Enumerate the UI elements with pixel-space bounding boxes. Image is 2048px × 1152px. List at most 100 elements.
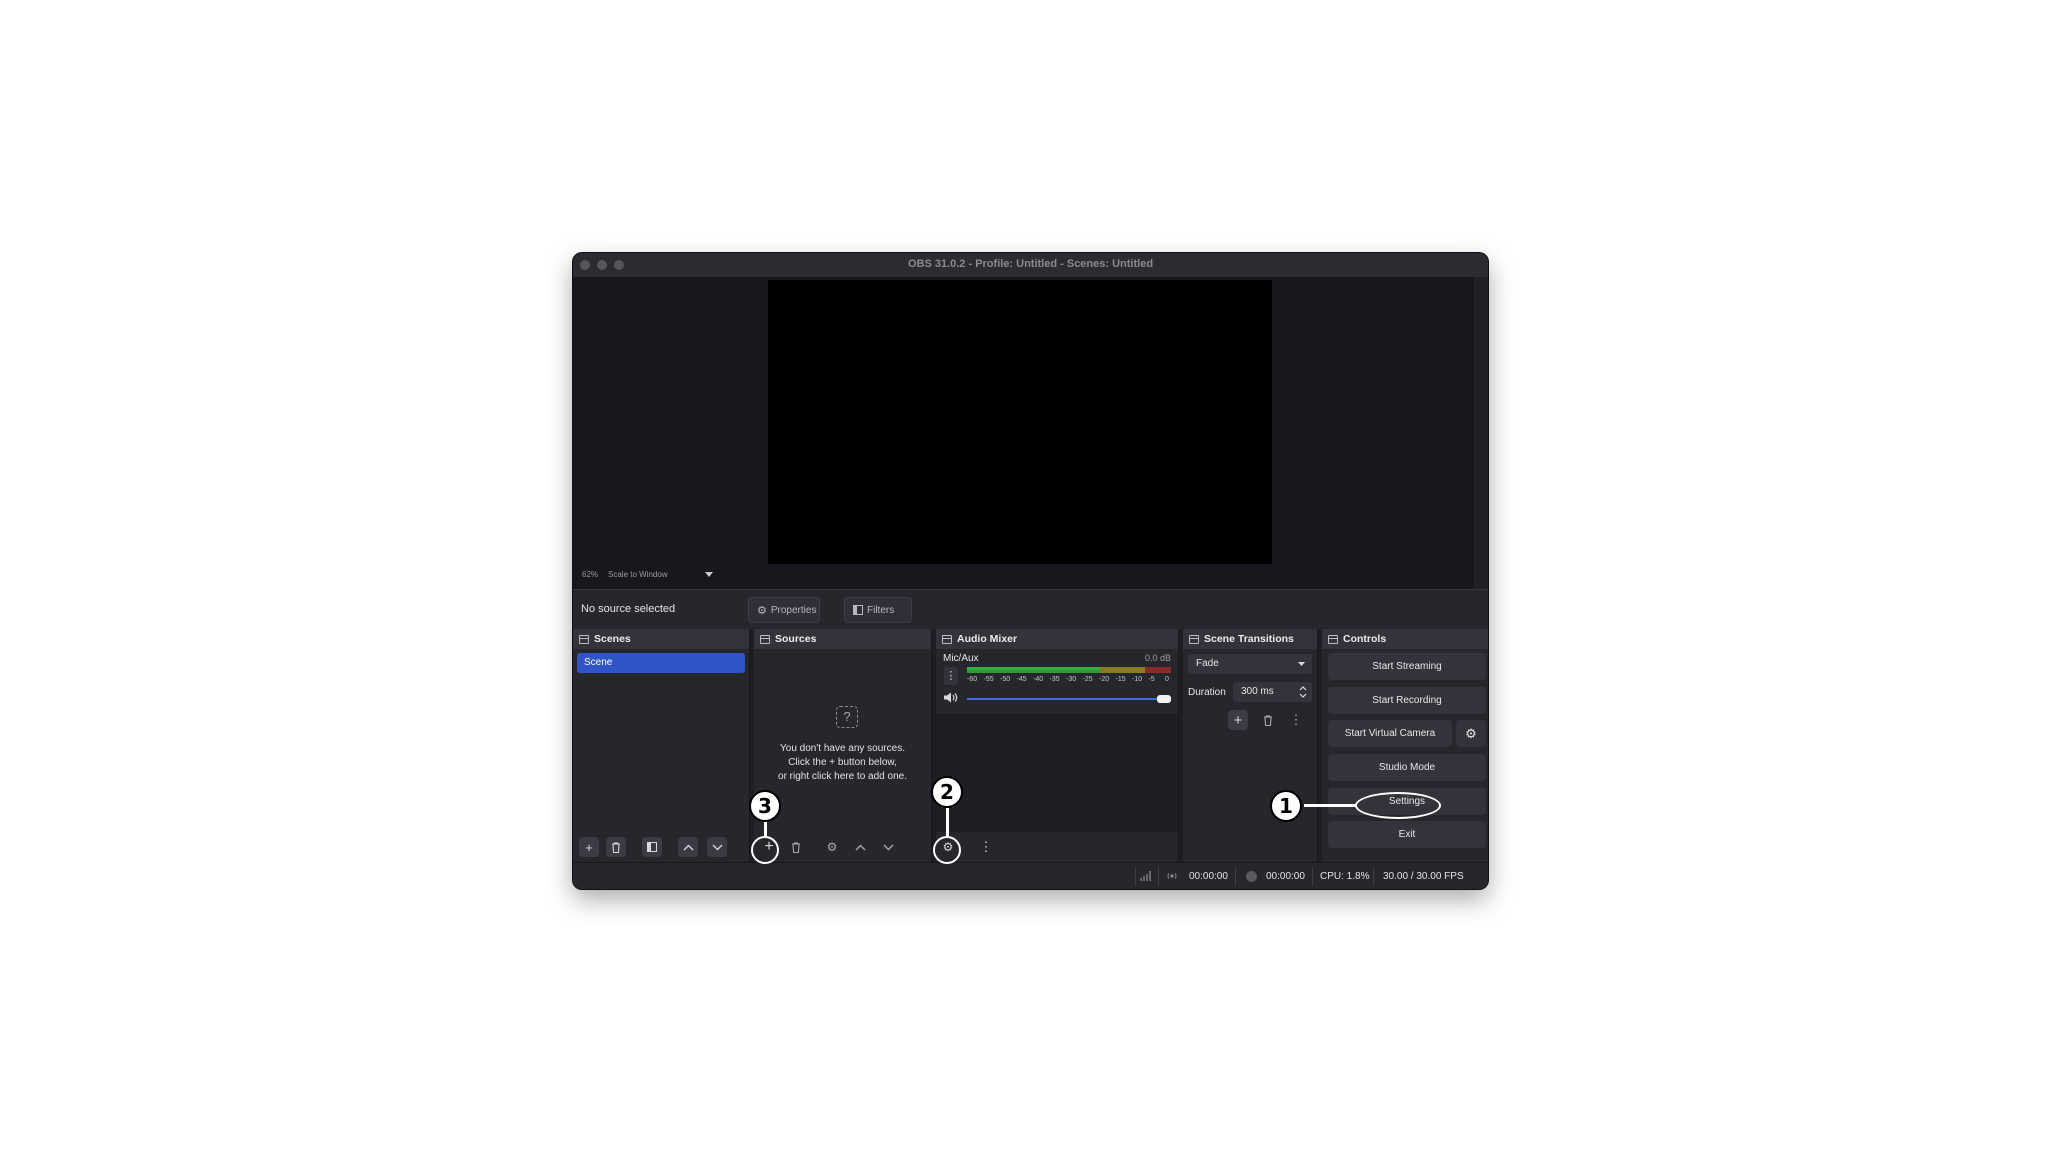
start-virtual-camera-button[interactable]: Start Virtual Camera	[1328, 720, 1452, 747]
level-meter	[967, 667, 1171, 673]
meter-tick-label: -50	[1000, 676, 1011, 683]
empty-line-1: You don't have any sources.	[780, 743, 905, 754]
remove-scene-button[interactable]	[606, 837, 626, 857]
trash-icon	[612, 841, 620, 853]
properties-label: Properties	[770, 604, 817, 616]
scene-transitions-title: Scene Transitions	[1204, 633, 1294, 645]
selection-label: No source selected	[581, 603, 676, 615]
meter-red	[1145, 667, 1171, 673]
advanced-audio-highlight-ring	[933, 836, 961, 864]
status-bar: 00:00:00 00:00:00 CPU: 1.8% 30.00 / 30.0…	[573, 862, 1488, 889]
volume-slider[interactable]	[967, 695, 1171, 703]
source-properties-button[interactable]: ⚙	[822, 837, 842, 857]
duration-value: 300 ms	[1241, 686, 1274, 697]
meter-tick-label: -35	[1049, 676, 1060, 683]
move-scene-down-button[interactable]	[707, 837, 727, 857]
dock-icon[interactable]	[760, 634, 770, 644]
cpu-usage: CPU: 1.8%	[1320, 871, 1370, 882]
filters-button[interactable]: Filters	[844, 597, 912, 623]
add-scene-button[interactable]: +	[579, 837, 599, 857]
controls-header: Controls	[1322, 629, 1488, 649]
gear-icon: ⚙	[826, 840, 838, 854]
exit-button[interactable]: Exit	[1328, 821, 1486, 848]
preview-scrollbar[interactable]	[1474, 277, 1488, 595]
volume-fill	[967, 698, 1164, 700]
remove-source-button[interactable]	[786, 837, 806, 857]
scene-transitions-dock: Scene Transitions Fade Duration 300 ms +…	[1183, 629, 1318, 862]
dock-icon[interactable]	[1328, 634, 1338, 644]
meter-tick-label: -55	[983, 676, 994, 683]
meter-tick-label: -40	[1033, 676, 1044, 683]
meter-tick-label: -20	[1099, 676, 1110, 683]
scene-list-item[interactable]: Scene	[577, 653, 745, 673]
add-source-highlight-ring	[751, 836, 779, 864]
sources-dock: Sources ? You don't have any sources. Cl…	[754, 629, 932, 862]
stream-icon	[1167, 873, 1177, 879]
divider	[1135, 867, 1136, 886]
sources-title: Sources	[775, 633, 817, 645]
mixer-channel: Mic/Aux 0.0 dB ⋮ -60 -55 -50 -45 -40 -35 -30 -2…	[936, 649, 1178, 711]
channel-menu-button[interactable]: ⋮	[944, 667, 958, 685]
move-source-down-button[interactable]	[878, 837, 898, 857]
scenes-header: Scenes	[573, 629, 749, 649]
zoom-level: 62%	[582, 570, 599, 579]
chevron-up-icon	[855, 844, 865, 850]
divider	[1235, 867, 1236, 886]
divider	[1158, 867, 1159, 886]
dock-icon[interactable]	[579, 634, 589, 644]
volume-handle[interactable]	[1157, 695, 1171, 703]
controls-dock: Controls Start Streaming Start Recording…	[1322, 629, 1488, 862]
channel-db: 0.0 dB	[1144, 653, 1171, 663]
dock-icon[interactable]	[942, 634, 952, 644]
scale-mode-select[interactable]: Scale to Window	[608, 570, 668, 579]
mute-button[interactable]	[943, 691, 961, 707]
preview-canvas[interactable]	[768, 280, 1272, 564]
scale-mode-chevron-down-icon[interactable]	[705, 572, 713, 577]
virtual-camera-settings-button[interactable]: ⚙	[1456, 720, 1486, 747]
meter-tick-label: -5	[1148, 676, 1155, 683]
transition-menu-button[interactable]: ⋮	[1286, 710, 1306, 730]
callout-badge-3: 3	[749, 790, 781, 822]
obs-window: OBS 31.0.2 - Profile: Untitled - Scenes:…	[573, 253, 1488, 889]
sources-empty-message[interactable]: You don't have any sources. Click the + …	[754, 742, 931, 784]
record-time: 00:00:00	[1266, 871, 1305, 882]
dock-icon[interactable]	[1189, 634, 1199, 644]
meter-green-2	[967, 670, 1100, 673]
preview-area[interactable]: 62% Scale to Window	[573, 277, 1488, 595]
move-source-up-button[interactable]	[850, 837, 870, 857]
meter-tick-label: -45	[1016, 676, 1027, 683]
plus-icon: +	[585, 839, 593, 855]
title-bar: OBS 31.0.2 - Profile: Untitled - Scenes:…	[573, 253, 1488, 278]
transition-select[interactable]: Fade	[1188, 654, 1312, 674]
stream-time: 00:00:00	[1189, 871, 1228, 882]
scene-transitions-header: Scene Transitions	[1183, 629, 1317, 649]
move-scene-up-button[interactable]	[678, 837, 698, 857]
divider	[1312, 867, 1313, 886]
mixer-menu-button[interactable]: ⋮	[976, 837, 996, 857]
mixer-empty-area	[936, 714, 1178, 832]
callout-badge-2: 2	[931, 776, 963, 808]
sources-header: Sources	[754, 629, 931, 649]
callout-badge-1: 1	[1270, 790, 1302, 822]
kebab-menu-icon: ⋮	[1289, 712, 1303, 727]
audio-mixer-dock: Audio Mixer Mic/Aux 0.0 dB ⋮ -60 -55 -50 -4…	[936, 629, 1179, 862]
start-recording-button[interactable]: Start Recording	[1328, 687, 1486, 714]
duration-label: Duration	[1188, 687, 1226, 698]
add-transition-button[interactable]: +	[1228, 710, 1248, 730]
kebab-menu-icon: ⋮	[945, 670, 957, 682]
filters-icon	[647, 842, 657, 852]
duration-spinbox[interactable]: 300 ms	[1233, 682, 1312, 702]
callout-connector	[764, 821, 767, 837]
scene-filters-button[interactable]	[642, 837, 662, 857]
spinner-arrows-icon[interactable]	[1299, 685, 1307, 699]
scenes-title: Scenes	[594, 633, 631, 645]
window-title: OBS 31.0.2 - Profile: Untitled - Scenes:…	[907, 258, 1154, 270]
chevron-up-icon	[683, 844, 693, 850]
start-streaming-button[interactable]: Start Streaming	[1328, 653, 1486, 680]
empty-line-3: or right click here to add one.	[778, 771, 907, 782]
remove-transition-button[interactable]	[1258, 710, 1278, 730]
properties-button[interactable]: ⚙ Properties	[748, 597, 820, 623]
audio-mixer-header: Audio Mixer	[936, 629, 1178, 649]
studio-mode-button[interactable]: Studio Mode	[1328, 754, 1486, 781]
chevron-down-icon	[712, 844, 722, 850]
